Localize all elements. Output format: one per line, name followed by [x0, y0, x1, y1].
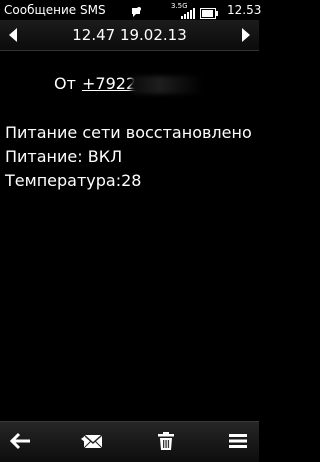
status-bar: Сообщение SMS 3.5G 12.53: [0, 0, 262, 20]
status-clock: 12.53: [227, 3, 262, 17]
back-arrow-icon[interactable]: [9, 430, 33, 452]
bottom-toolbar: [0, 421, 259, 462]
message-body: Питание сети восстановлено Питание: ВКЛ …: [5, 121, 255, 193]
previous-arrow-icon[interactable]: [6, 26, 20, 44]
message-header: 12.47 19.02.13: [0, 20, 259, 51]
sender-number-redaction: [131, 76, 203, 94]
options-menu-icon[interactable]: [226, 430, 250, 452]
message-line: Питание сети восстановлено: [5, 123, 252, 142]
next-arrow-icon[interactable]: [239, 26, 253, 44]
message-line: Температура:28: [5, 171, 142, 190]
battery-icon: [200, 4, 218, 19]
sender-number-link[interactable]: +7922: [82, 74, 136, 94]
sender-row: От +7922: [0, 72, 259, 96]
message-line: Питание: ВКЛ: [5, 147, 123, 166]
reply-envelope-icon[interactable]: [81, 430, 105, 452]
message-datetime: 12.47 19.02.13: [72, 26, 187, 44]
signal-icon: [181, 4, 195, 19]
delete-trash-icon[interactable]: [154, 430, 178, 452]
status-app-title: Сообщение SMS: [4, 3, 106, 17]
notification-icon: [130, 3, 142, 17]
sender-label: От: [54, 74, 76, 93]
